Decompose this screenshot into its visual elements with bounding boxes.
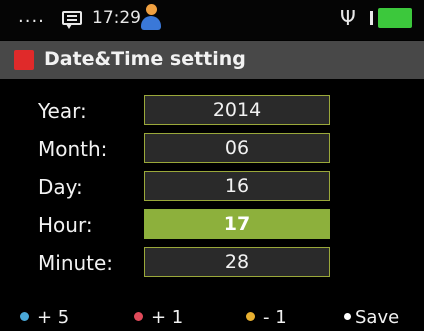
- minute-field[interactable]: 28: [144, 247, 330, 277]
- white-dot-icon: [344, 312, 351, 320]
- message-icon: [62, 11, 82, 29]
- usb-icon: Ψ: [340, 6, 356, 30]
- month-field[interactable]: 06: [144, 133, 330, 163]
- softkey-plus-one[interactable]: + 1: [134, 307, 183, 329]
- device-screen: .... 17:29 Ψ Date&Time setting Year: 201…: [0, 0, 424, 331]
- red-dot-icon: [134, 311, 143, 321]
- softkey-minus-one[interactable]: - 1: [246, 307, 287, 329]
- year-label: Year:: [38, 99, 87, 123]
- hour-label: Hour:: [38, 213, 93, 237]
- battery-fill: [378, 8, 412, 28]
- status-time: 17:29: [92, 8, 141, 28]
- softkey-bar: + 5 + 1 - 1 Save: [0, 305, 424, 331]
- year-field[interactable]: 2014: [144, 95, 330, 125]
- softkey-plus-five-label: + 5: [37, 307, 70, 328]
- day-label: Day:: [38, 175, 83, 199]
- blue-dot-icon: [20, 311, 29, 321]
- softkey-plus-one-label: + 1: [151, 307, 184, 328]
- minute-label: Minute:: [38, 251, 114, 275]
- month-row: Month: 06: [0, 132, 424, 168]
- title-bar: Date&Time setting: [0, 41, 424, 79]
- softkey-plus-five[interactable]: + 5: [20, 307, 69, 329]
- battery-icon: [370, 8, 414, 28]
- signal-dots: ....: [18, 6, 45, 27]
- title-marker-icon: [14, 50, 34, 70]
- softkey-minus-one-label: - 1: [263, 307, 287, 328]
- minute-row: Minute: 28: [0, 246, 424, 282]
- user-icon: [140, 4, 162, 32]
- year-row: Year: 2014: [0, 94, 424, 130]
- softkey-save[interactable]: Save: [344, 307, 399, 329]
- page-title: Date&Time setting: [44, 48, 246, 70]
- month-label: Month:: [38, 137, 108, 161]
- user-icon-body: [141, 16, 161, 30]
- softkey-save-label: Save: [355, 307, 400, 328]
- status-bar: .... 17:29 Ψ: [0, 0, 424, 40]
- yellow-dot-icon: [246, 311, 255, 321]
- user-icon-head: [146, 4, 157, 15]
- battery-separator: [370, 11, 373, 25]
- day-row: Day: 16: [0, 170, 424, 206]
- hour-row: Hour: 17: [0, 208, 424, 244]
- hour-field[interactable]: 17: [144, 209, 330, 239]
- day-field[interactable]: 16: [144, 171, 330, 201]
